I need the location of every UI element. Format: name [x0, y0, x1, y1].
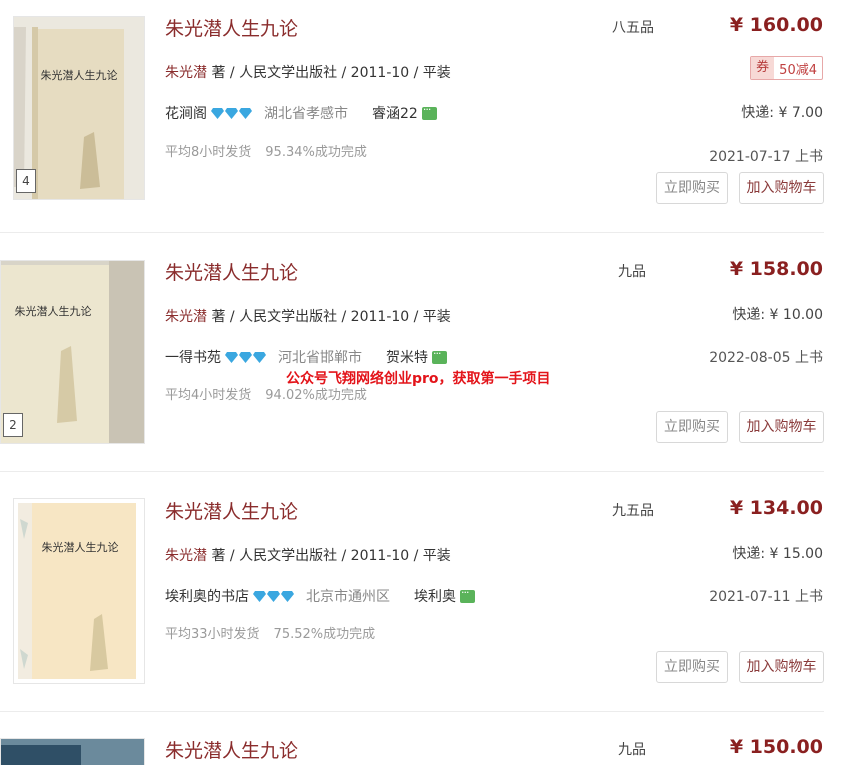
buy-now-button[interactable]: 立即购买	[656, 651, 728, 683]
book-thumbnail[interactable]: 朱光潜人生九论 2	[0, 260, 145, 444]
listing-date: 2021-07-11 上书	[709, 589, 823, 605]
add-to-cart-button[interactable]: 加入购物车	[739, 651, 824, 683]
shop-name[interactable]: 花涧阁	[165, 103, 207, 123]
listing-title[interactable]: 朱光潜人生九论	[165, 736, 298, 763]
coupon-tag: 券	[751, 57, 775, 79]
diamond-icon	[253, 590, 266, 602]
shop-line: 花涧阁 湖北省孝感市 睿涵22	[165, 103, 437, 123]
success-rate: 95.34%成功完成	[265, 145, 367, 160]
price: ¥ 150.00	[729, 736, 823, 758]
shop-stats: 平均8小时发货 95.34%成功完成	[165, 141, 367, 160]
success-rate: 94.02%成功完成	[265, 388, 367, 403]
shop-name[interactable]: 一得书苑	[165, 347, 221, 367]
diamond-icon	[281, 590, 294, 602]
diamond-icon	[239, 107, 252, 119]
shop-line: 埃利奥的书店 北京市通州区 埃利奥	[165, 586, 475, 606]
diamond-icon	[267, 590, 280, 602]
success-rate: 75.52%成功完成	[273, 627, 376, 642]
book-cover-image	[1, 739, 144, 765]
shop-rating	[211, 107, 252, 119]
seller-name[interactable]: 贺米特	[386, 347, 428, 367]
shipping-fee: 快递: ¥ 10.00	[732, 307, 823, 323]
avg-ship-time: 平均8小时发货	[165, 145, 252, 160]
condition-label: 九五品	[612, 503, 654, 519]
shipping-fee: 快递: ¥ 7.00	[741, 105, 823, 121]
divider	[0, 471, 824, 472]
condition-label: 九品	[618, 264, 646, 280]
divider	[0, 232, 824, 233]
diamond-icon	[225, 107, 238, 119]
diamond-icon	[253, 351, 266, 363]
shop-location: 河北省邯郸市	[278, 350, 362, 366]
watermark-text: 公众号飞翔网络创业pro，获取第一手项目	[286, 371, 551, 387]
avg-ship-time: 平均33小时发货	[165, 627, 260, 642]
book-thumbnail[interactable]	[0, 738, 145, 765]
add-to-cart-button[interactable]: 加入购物车	[739, 172, 824, 204]
book-meta-rest: 著 / 人民文学出版社 / 2011-10 / 平装	[207, 548, 451, 564]
shop-line: 一得书苑 河北省邯郸市 贺米特	[165, 347, 447, 367]
listing-title[interactable]: 朱光潜人生九论	[165, 258, 298, 285]
shop-rating	[253, 590, 294, 602]
listing-title[interactable]: 朱光潜人生九论	[165, 497, 298, 524]
author-link[interactable]: 朱光潜	[165, 548, 207, 564]
coupon-badge[interactable]: 券 50减4	[750, 56, 823, 80]
shop-location: 湖北省孝感市	[264, 106, 348, 122]
seller-name[interactable]: 埃利奥	[414, 586, 456, 606]
book-meta-rest: 著 / 人民文学出版社 / 2011-10 / 平装	[207, 65, 451, 81]
book-cover-title: 朱光潜人生九论	[41, 68, 118, 82]
shop-name[interactable]: 埃利奥的书店	[165, 586, 249, 606]
seller-name[interactable]: 睿涵22	[372, 103, 418, 123]
shop-stats: 平均33小时发货 75.52%成功完成	[165, 623, 375, 642]
book-thumbnail[interactable]: 朱光潜人生九论 4	[13, 16, 145, 200]
book-cover-title: 朱光潜人生九论	[42, 540, 119, 554]
avg-ship-time: 平均4小时发货	[165, 388, 252, 403]
price: ¥ 160.00	[729, 14, 823, 36]
chat-icon[interactable]	[421, 103, 437, 120]
diamond-icon	[239, 351, 252, 363]
price: ¥ 134.00	[729, 497, 823, 519]
book-meta: 朱光潜 著 / 人民文学出版社 / 2011-10 / 平装	[165, 306, 451, 326]
shipping-fee: 快递: ¥ 15.00	[732, 546, 823, 562]
diamond-icon	[211, 107, 224, 119]
buy-now-button[interactable]: 立即购买	[656, 411, 728, 443]
image-index-badge: 2	[3, 413, 23, 437]
listing-date: 2022-08-05 上书	[709, 350, 823, 366]
book-meta: 朱光潜 著 / 人民文学出版社 / 2011-10 / 平装	[165, 62, 451, 82]
divider	[0, 711, 824, 712]
chat-icon[interactable]	[460, 586, 475, 603]
condition-label: 九品	[618, 742, 646, 758]
chat-icon[interactable]	[432, 347, 447, 364]
image-index-badge: 4	[16, 169, 36, 193]
book-meta-rest: 著 / 人民文学出版社 / 2011-10 / 平装	[207, 309, 451, 325]
author-link[interactable]: 朱光潜	[165, 309, 207, 325]
listing-title[interactable]: 朱光潜人生九论	[165, 14, 298, 41]
book-thumbnail[interactable]: 朱光潜人生九论	[13, 498, 145, 684]
coupon-value: 50减4	[779, 62, 817, 78]
shop-rating	[225, 351, 266, 363]
book-cover-title: 朱光潜人生九论	[15, 304, 92, 318]
buy-now-button[interactable]: 立即购买	[656, 172, 728, 204]
diamond-icon	[225, 351, 238, 363]
condition-label: 八五品	[612, 20, 654, 36]
author-link[interactable]: 朱光潜	[165, 65, 207, 81]
add-to-cart-button[interactable]: 加入购物车	[739, 411, 824, 443]
book-cover-image: 朱光潜人生九论	[14, 499, 144, 683]
listing-date: 2021-07-17 上书	[709, 149, 823, 165]
shop-location: 北京市通州区	[306, 589, 390, 605]
book-meta: 朱光潜 著 / 人民文学出版社 / 2011-10 / 平装	[165, 545, 451, 565]
price: ¥ 158.00	[729, 258, 823, 280]
